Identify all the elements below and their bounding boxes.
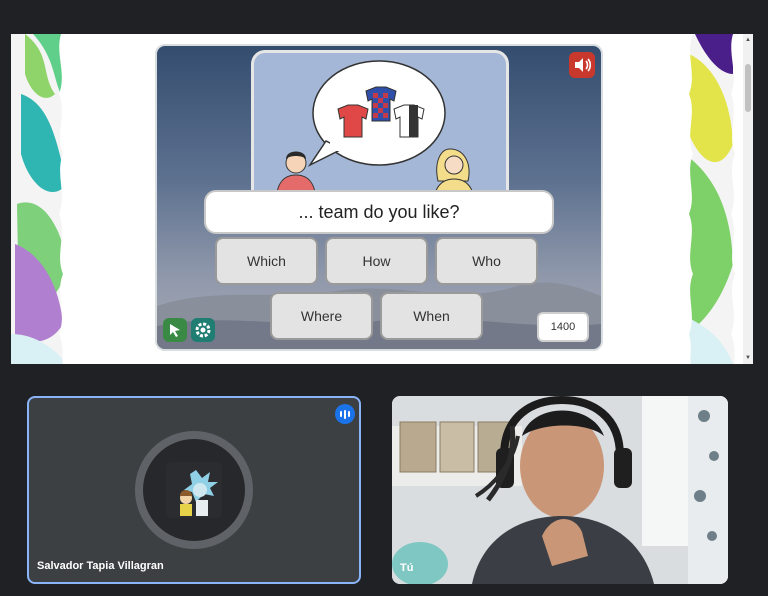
home-icon — [170, 324, 180, 337]
participant-name: Salvador Tapia Villagran — [37, 560, 164, 572]
participant-tile-speaking[interactable]: Salvador Tapia Villagran — [27, 396, 361, 584]
quiz-game: ... team do you like? Which How Who Wher… — [155, 44, 603, 351]
option-how-button[interactable]: How — [325, 237, 428, 285]
scroll-down-arrow-icon[interactable]: ▼ — [745, 354, 751, 362]
option-who-button[interactable]: Who — [435, 237, 538, 285]
option-when-button[interactable]: When — [380, 292, 483, 340]
avatar-ring — [135, 431, 253, 549]
audio-level-icon — [335, 404, 355, 424]
scroll-up-arrow-icon[interactable]: ▲ — [745, 36, 751, 44]
participant-name: Tú — [400, 562, 414, 574]
home-button[interactable] — [163, 318, 187, 342]
question-sentence: ... team do you like? — [204, 190, 554, 234]
vertical-scrollbar[interactable]: ▲ ▼ — [743, 34, 753, 364]
question-illustration — [251, 50, 509, 206]
scroll-thumb[interactable] — [745, 64, 751, 112]
option-which-button[interactable]: Which — [215, 237, 318, 285]
score-display: 1400 — [537, 312, 589, 342]
option-where-button[interactable]: Where — [270, 292, 373, 340]
camera-video-feed — [392, 396, 728, 584]
settings-button[interactable] — [191, 318, 215, 342]
right-decoration — [681, 34, 743, 364]
sound-button[interactable] — [569, 52, 595, 78]
avatar — [166, 462, 222, 518]
speaker-icon — [575, 58, 592, 72]
participant-tile-self[interactable]: Tú — [392, 396, 728, 584]
gear-icon — [195, 322, 211, 338]
shared-screen: ... team do you like? Which How Who Wher… — [11, 34, 753, 364]
left-decoration — [11, 34, 71, 364]
